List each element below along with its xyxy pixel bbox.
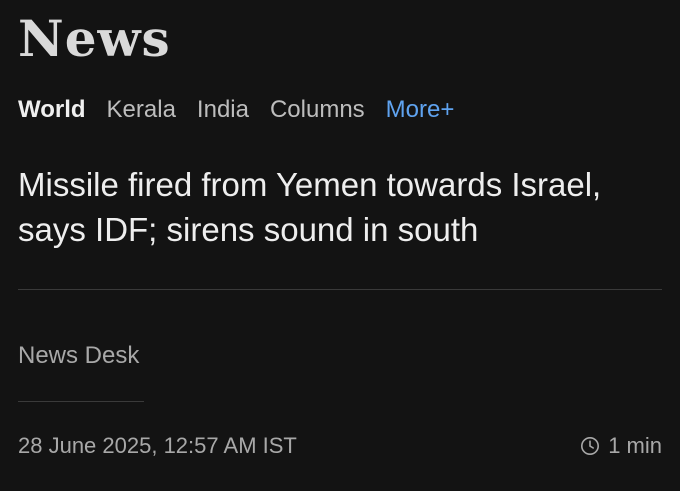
read-time-label: 1 min [608,433,662,458]
nav-item-world[interactable]: World [18,94,86,126]
article-timestamp: 28 June 2025, 12:57 AM IST [18,433,297,458]
author-divider [18,401,144,402]
site-logo[interactable]: News [18,4,171,74]
article-headline: Missile fired from Yemen towards Israel,… [18,166,602,248]
section-nav: World Kerala India Columns More+ [18,94,454,126]
read-time: 1 min [580,430,662,462]
clock-icon [580,436,600,456]
article-author[interactable]: News Desk [18,340,139,372]
nav-item-columns[interactable]: Columns [270,94,365,126]
nav-item-more[interactable]: More+ [386,94,455,126]
headline-divider [18,289,662,290]
nav-item-kerala[interactable]: Kerala [107,94,176,126]
nav-item-india[interactable]: India [197,94,249,126]
